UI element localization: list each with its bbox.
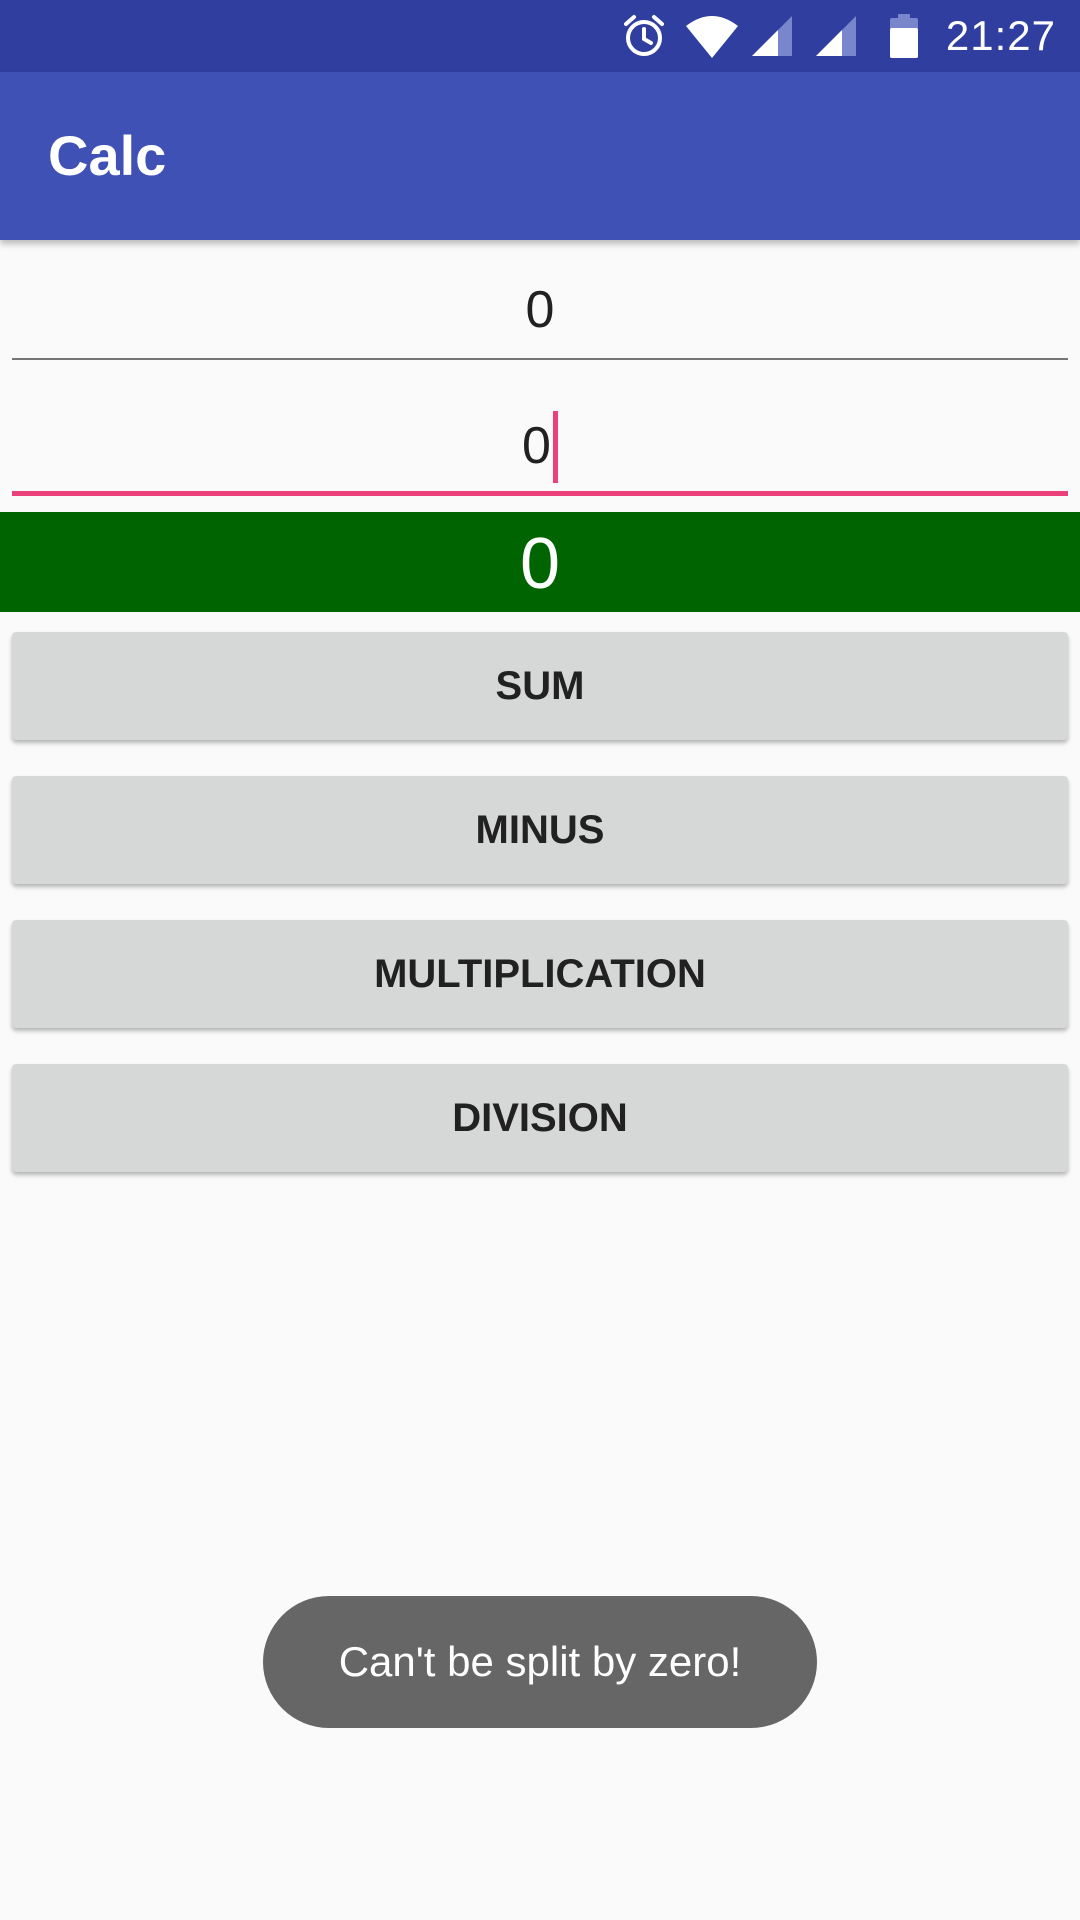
text-cursor [552,411,558,484]
app-title: Calc [48,124,167,187]
signal-icon [748,12,796,60]
division-button[interactable]: DIVISION [12,1064,1068,1172]
toast-message: Can't be split by zero! [263,1596,817,1728]
wifi-icon [684,12,740,60]
first-number-input[interactable]: 0 [12,260,1068,360]
sum-button[interactable]: SUM [12,632,1068,740]
second-number-underline [12,491,1068,496]
second-number-input[interactable]: 0 [12,396,1068,496]
battery-icon [888,12,920,60]
multiplication-button[interactable]: MULTIPLICATION [12,920,1068,1028]
first-number-underline [12,358,1068,360]
alarm-icon [620,12,668,60]
app-bar: Calc [0,72,1080,240]
first-number-value: 0 [525,281,555,339]
second-number-field: 0 [12,396,1068,496]
second-number-value: 0 [522,417,551,475]
minus-button[interactable]: MINUS [12,776,1068,884]
signal-icon [812,12,860,60]
status-bar: 21:27 [0,0,1080,72]
result-display: 0 [0,512,1080,612]
status-time: 21:27 [945,12,1056,59]
